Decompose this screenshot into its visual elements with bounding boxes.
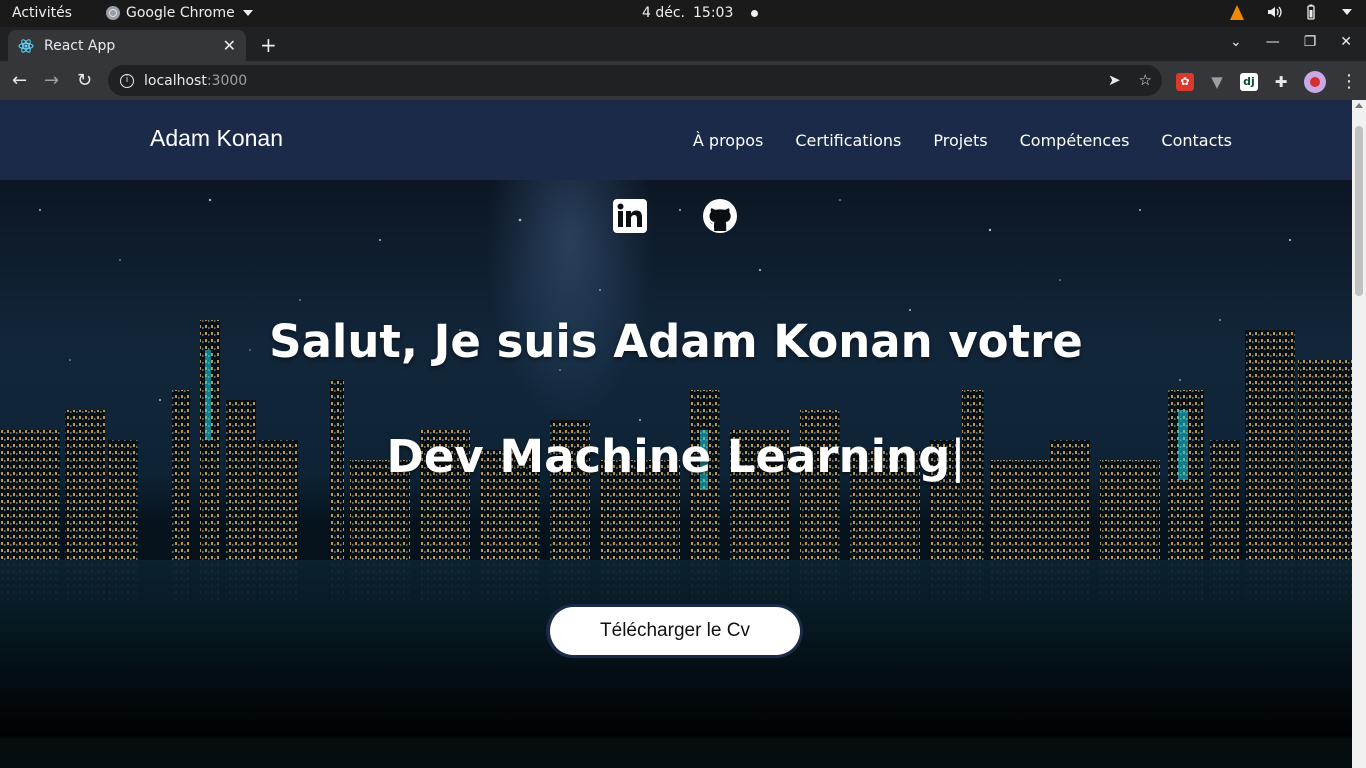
page-viewport: Adam Konan À propos Certifications Proje… bbox=[0, 100, 1352, 768]
nav-about[interactable]: À propos bbox=[693, 131, 763, 150]
social-links bbox=[612, 198, 738, 234]
volume-icon[interactable] bbox=[1266, 4, 1282, 20]
page-scrollbar[interactable] bbox=[1352, 100, 1366, 768]
window-controls: ⌄ — ❐ ✕ bbox=[1230, 34, 1352, 50]
next-section bbox=[0, 738, 1352, 768]
url-host: localhost bbox=[144, 72, 207, 89]
scroll-up-arrow-icon[interactable] bbox=[1355, 103, 1363, 108]
extension-red-icon[interactable]: ✿ bbox=[1176, 73, 1194, 91]
reload-icon[interactable]: ↻ bbox=[77, 70, 92, 91]
minimize-icon[interactable]: — bbox=[1266, 34, 1280, 50]
app-menu-label: Google Chrome bbox=[126, 5, 235, 21]
nav-skills[interactable]: Compétences bbox=[1020, 131, 1130, 150]
battery-icon[interactable] bbox=[1304, 4, 1318, 20]
extension-django-icon[interactable]: dj bbox=[1240, 73, 1258, 91]
react-icon bbox=[18, 38, 34, 53]
clock-time: 15:03 bbox=[693, 5, 734, 21]
tab-search-chevron-icon[interactable]: ⌄ bbox=[1230, 34, 1242, 50]
browser-toolbar: ← → ↻ i localhost:3000 ➤ ☆ ✿ ▼ dj ✚ ⋮ bbox=[0, 61, 1366, 100]
scrollbar-thumb[interactable] bbox=[1355, 126, 1363, 296]
info-icon[interactable]: i bbox=[120, 73, 134, 88]
url-port: :3000 bbox=[206, 72, 248, 89]
system-menu-chevron-icon[interactable] bbox=[1342, 9, 1352, 15]
notification-dot-icon bbox=[751, 9, 759, 17]
vlc-icon[interactable] bbox=[1230, 4, 1244, 20]
github-icon[interactable] bbox=[702, 198, 738, 234]
nav-contacts[interactable]: Contacts bbox=[1161, 131, 1232, 150]
typed-role-text: Dev Machine Learning bbox=[386, 430, 951, 483]
hero-headline: Salut, Je suis Adam Konan votre bbox=[269, 315, 1083, 368]
app-menu[interactable]: Google Chrome bbox=[106, 5, 253, 21]
window-close-icon[interactable]: ✕ bbox=[1340, 34, 1352, 50]
omnibox-actions: ➤ ☆ bbox=[1108, 71, 1152, 89]
tab-title: React App bbox=[44, 37, 116, 54]
forward-arrow-icon[interactable]: → bbox=[44, 70, 59, 91]
clock-date: 4 déc. bbox=[642, 5, 686, 21]
extension-vue-icon[interactable]: ▼ bbox=[1208, 73, 1226, 91]
linkedin-icon[interactable] bbox=[612, 198, 648, 234]
back-arrow-icon[interactable]: ← bbox=[12, 70, 27, 91]
site-brand[interactable]: Adam Konan bbox=[150, 125, 283, 152]
profile-avatar[interactable] bbox=[1304, 71, 1326, 93]
bookmark-star-icon[interactable]: ☆ bbox=[1139, 71, 1152, 89]
typed-role: Dev Machine Learning| bbox=[0, 430, 1352, 483]
more-menu-icon[interactable]: ⋮ bbox=[1340, 73, 1358, 91]
typing-cursor: | bbox=[950, 430, 966, 483]
nav-links: À propos Certifications Projets Compéten… bbox=[693, 131, 1232, 150]
nav-projects[interactable]: Projets bbox=[933, 131, 987, 150]
hero-section: Salut, Je suis Adam Konan votre Dev Mach… bbox=[0, 180, 1352, 740]
send-to-device-icon[interactable]: ➤ bbox=[1108, 71, 1121, 89]
tab-strip: React App ✕ + ⌄ — ❐ ✕ bbox=[0, 27, 1366, 61]
site-navbar: Adam Konan À propos Certifications Proje… bbox=[0, 100, 1352, 180]
chrome-icon bbox=[106, 6, 120, 20]
address-bar[interactable]: i localhost:3000 ➤ ☆ bbox=[108, 65, 1162, 96]
system-tray[interactable] bbox=[1230, 4, 1352, 20]
system-top-bar: Activités Google Chrome 4 déc. 15:03 bbox=[0, 0, 1366, 27]
new-tab-icon[interactable]: + bbox=[260, 33, 277, 57]
browser-tab[interactable]: React App ✕ bbox=[8, 30, 246, 61]
download-cv-button[interactable]: Télécharger le Cv bbox=[546, 604, 803, 658]
close-icon[interactable]: ✕ bbox=[223, 36, 236, 55]
chevron-down-icon bbox=[242, 10, 253, 16]
extensions-area: ✿ ▼ dj ✚ ⋮ bbox=[1176, 71, 1358, 93]
restore-icon[interactable]: ❐ bbox=[1304, 34, 1317, 50]
clock[interactable]: 4 déc. 15:03 bbox=[642, 5, 759, 21]
puzzle-icon[interactable]: ✚ bbox=[1272, 73, 1290, 91]
nav-certifications[interactable]: Certifications bbox=[795, 131, 901, 150]
activities-button[interactable]: Activités bbox=[12, 5, 72, 21]
